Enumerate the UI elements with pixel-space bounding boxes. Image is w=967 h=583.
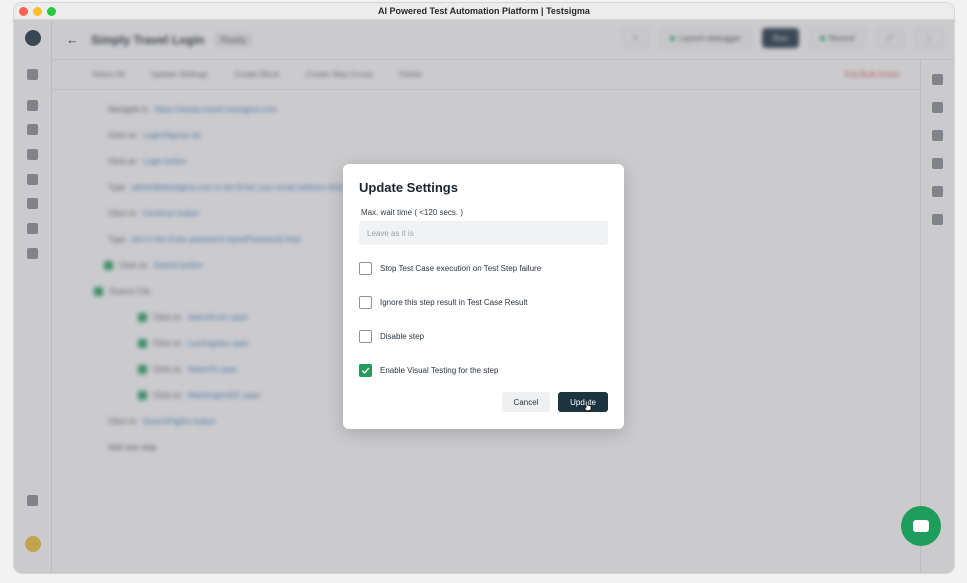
ignore-result-option[interactable]: Ignore this step result in Test Case Res…: [359, 296, 527, 309]
chat-button[interactable]: [901, 506, 941, 546]
stop-on-failure-checkbox[interactable]: [359, 262, 372, 275]
update-settings-dialog: Update Settings Max. wait time ( <120 se…: [343, 164, 624, 429]
hand-cursor-icon: [583, 400, 592, 412]
checkmark-icon: [361, 367, 370, 374]
app-window: AI Powered Test Automation Platform | Te…: [14, 3, 954, 573]
chat-icon: [913, 520, 929, 532]
ignore-result-label: Ignore this step result in Test Case Res…: [380, 298, 528, 307]
window-title: AI Powered Test Automation Platform | Te…: [378, 6, 590, 16]
disable-step-label: Disable step: [380, 332, 425, 341]
max-wait-time-label: Max. wait time ( <120 secs. ): [361, 208, 464, 217]
visual-testing-option[interactable]: Enable Visual Testing for the step: [359, 364, 498, 377]
maximize-window-button[interactable]: [47, 7, 56, 16]
window-controls: [19, 7, 56, 16]
title-bar: AI Powered Test Automation Platform | Te…: [14, 3, 954, 20]
cancel-button[interactable]: Cancel: [502, 392, 550, 412]
ignore-result-checkbox[interactable]: [359, 296, 372, 309]
disable-step-option[interactable]: Disable step: [359, 330, 424, 343]
max-wait-time-input[interactable]: [359, 221, 608, 245]
visual-testing-checkbox[interactable]: [359, 364, 372, 377]
dialog-title: Update Settings: [359, 180, 458, 195]
stop-on-failure-label: Stop Test Case execution on Test Step fa…: [380, 264, 542, 273]
close-window-button[interactable]: [19, 7, 28, 16]
stop-on-failure-option[interactable]: Stop Test Case execution on Test Step fa…: [359, 262, 541, 275]
disable-step-checkbox[interactable]: [359, 330, 372, 343]
minimize-window-button[interactable]: [33, 7, 42, 16]
visual-testing-label: Enable Visual Testing for the step: [380, 366, 499, 375]
